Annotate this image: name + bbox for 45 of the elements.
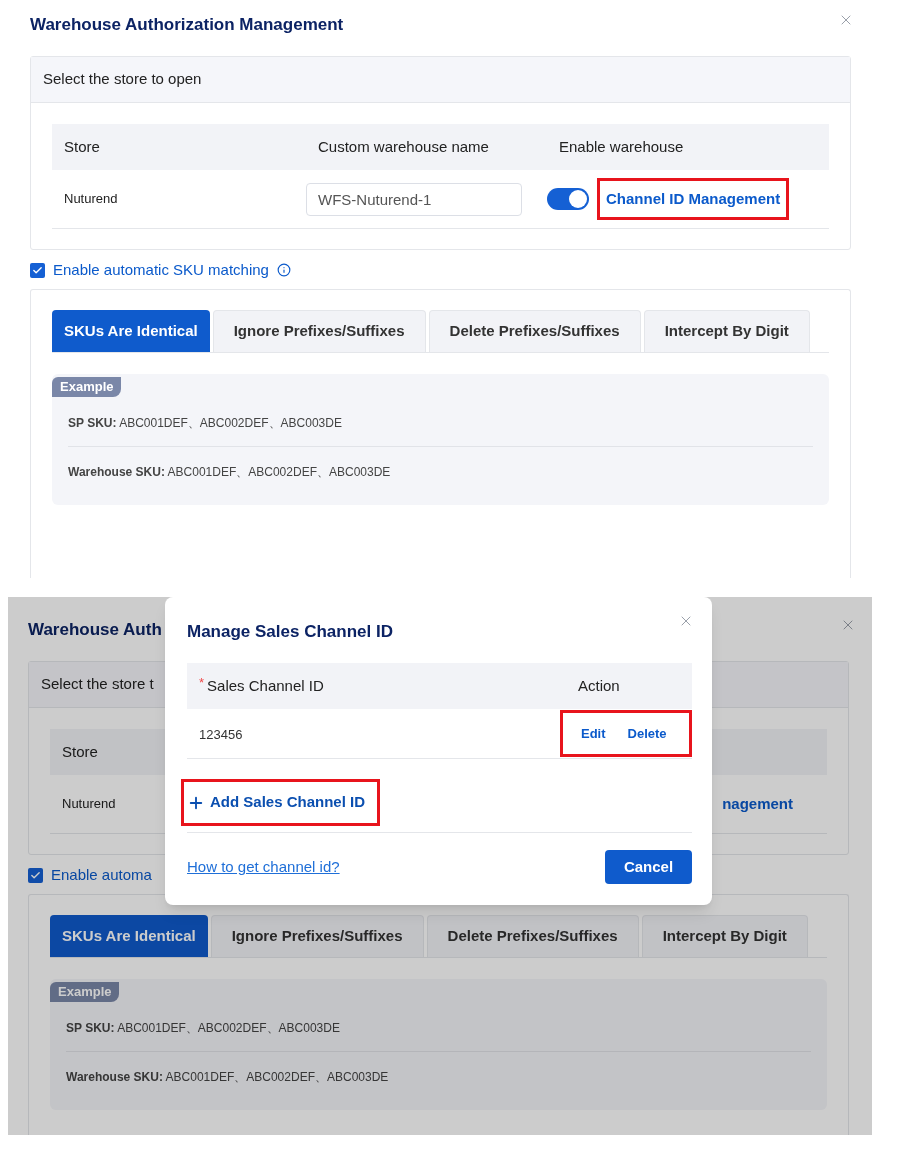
example-tag: Example xyxy=(50,982,120,1002)
column-header: Sales Channel ID xyxy=(207,675,324,696)
check-icon xyxy=(32,264,43,276)
checkbox-label: Enable automa xyxy=(51,864,152,885)
tab[interactable]: Intercept By Digit xyxy=(641,915,808,957)
table-cell: 123456 xyxy=(199,726,243,742)
example-text: SP SKU: ABC001DEF、ABC002DEF、ABC003DE xyxy=(66,1021,340,1035)
add-channel-button[interactable]: Add Sales Channel ID xyxy=(187,791,366,814)
warehouse-name-field[interactable]: WFS-Nuturend-1 xyxy=(306,182,522,216)
channel-id-link[interactable]: Channel ID Management xyxy=(606,189,781,207)
channel-id-link[interactable]: nagement xyxy=(722,792,793,816)
example-text: Warehouse SKU: ABC001DEF、ABC002DEF、ABC003DE xyxy=(66,1070,389,1084)
example-text: Warehouse SKU: ABC001DEF、ABC002DEF、ABC003DE xyxy=(68,465,391,479)
table-cell: Nuturend xyxy=(62,796,116,812)
action-link[interactable]: Delete xyxy=(627,723,667,744)
dialog-title: Warehouse Authorization Management xyxy=(30,14,344,36)
checkbox[interactable] xyxy=(28,867,43,883)
panel-heading: Select the store to open xyxy=(43,69,202,90)
help-link[interactable]: How to get channel id? xyxy=(187,855,340,879)
column-header: Store xyxy=(64,137,100,155)
cancel-button[interactable]: Cancel xyxy=(605,850,692,884)
checkbox-label: Enable automatic SKU matching xyxy=(53,259,269,280)
dialog-title: Warehouse Auth xyxy=(28,619,162,641)
action-link[interactable]: Edit xyxy=(581,723,606,744)
tab[interactable]: Ignore Prefixes/Suffixes xyxy=(210,915,424,957)
tab[interactable]: Delete Prefixes/Suffixes xyxy=(426,915,639,957)
column-header: Action xyxy=(578,676,620,694)
tab[interactable]: SKUs Are Identical xyxy=(50,915,208,957)
checkbox[interactable] xyxy=(30,262,45,278)
column-header: Store xyxy=(62,742,98,760)
example-text: SP SKU: ABC001DEF、ABC002DEF、ABC003DE xyxy=(68,416,342,430)
tab[interactable]: Ignore Prefixes/Suffixes xyxy=(212,310,426,352)
tab[interactable]: SKUs Are Identical xyxy=(52,310,210,352)
panel-heading: Select the store t xyxy=(41,674,154,695)
column-header: Custom warehouse name xyxy=(318,137,489,155)
toggle-switch[interactable] xyxy=(547,188,589,210)
table-cell: Nuturend xyxy=(64,191,118,207)
example-tag: Example xyxy=(52,377,122,397)
required-asterisk: * xyxy=(199,674,205,693)
tab[interactable]: Delete Prefixes/Suffixes xyxy=(428,310,641,352)
modal-title: Manage Sales Channel ID xyxy=(187,621,393,643)
column-header: Enable warehouse xyxy=(559,137,684,155)
info-icon xyxy=(276,263,291,277)
check-icon xyxy=(30,869,41,881)
tab[interactable]: Intercept By Digit xyxy=(643,310,810,352)
